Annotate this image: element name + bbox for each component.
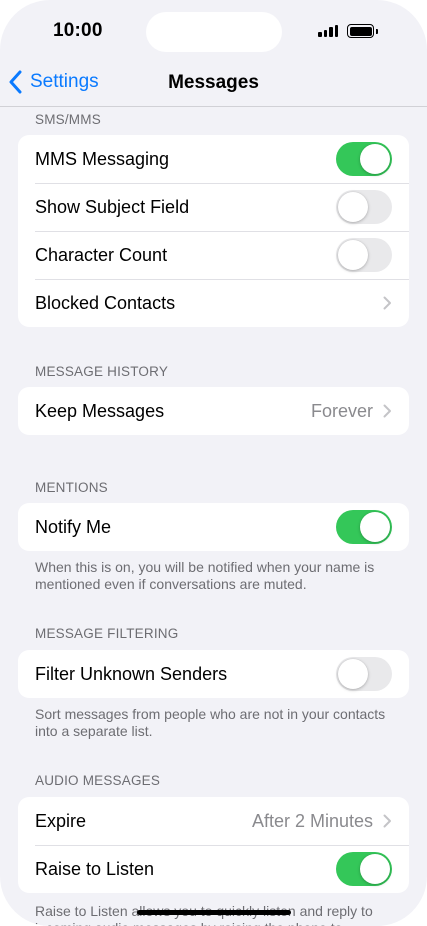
section-header-mentions: MENTIONS [35, 480, 108, 495]
keep-messages-value: Forever [310, 400, 373, 421]
notify-me-row: Notify Me [18, 503, 409, 551]
row-label: Character Count [35, 244, 168, 265]
section-header-sms-mms: SMS/MMS [35, 112, 101, 127]
dynamic-island [146, 12, 282, 52]
row-label: Blocked Contacts [35, 292, 176, 313]
row-label: Show Subject Field [35, 196, 190, 217]
blocked-contacts-row[interactable]: Blocked Contacts [18, 279, 409, 327]
sms-mms-group: MMS Messaging Show Subject Field Charact… [18, 135, 409, 327]
home-indicator[interactable] [137, 910, 291, 915]
mms-messaging-row: MMS Messaging [18, 135, 409, 183]
row-label: Notify Me [35, 516, 112, 537]
chevron-right-icon [383, 814, 391, 828]
section-header-message-filtering: MESSAGE FILTERING [35, 626, 179, 641]
battery-icon [347, 24, 374, 38]
row-label: Keep Messages [35, 400, 165, 421]
mentions-footer: When this is on, you will be notified wh… [35, 559, 375, 592]
message-filtering-footer: Sort messages from people who are not in… [35, 706, 386, 739]
phone-screen: 10:00 Settings Messages SMS/MMS MMS Mess… [0, 0, 427, 926]
chevron-right-icon [383, 404, 391, 418]
page-title: Messages [168, 72, 259, 93]
chevron-right-icon [383, 296, 391, 310]
filter-unknown-senders-toggle[interactable] [336, 657, 392, 691]
expire-row[interactable]: Expire After 2 Minutes [18, 797, 409, 845]
mms-messaging-toggle[interactable] [336, 142, 392, 176]
character-count-toggle[interactable] [336, 238, 392, 272]
notify-me-toggle[interactable] [336, 510, 392, 544]
message-history-group: Keep Messages Forever [18, 387, 409, 435]
raise-to-listen-toggle[interactable] [336, 852, 392, 886]
status-time: 10:00 [53, 20, 103, 41]
navigation-bar: Settings Messages [0, 62, 427, 107]
expire-value: After 2 Minutes [251, 810, 373, 831]
status-bar: 10:00 [0, 0, 427, 62]
raise-to-listen-row: Raise to Listen [18, 845, 409, 893]
keep-messages-row[interactable]: Keep Messages Forever [18, 387, 409, 435]
audio-messages-group: Expire After 2 Minutes Raise to Listen [18, 797, 409, 893]
section-header-message-history: MESSAGE HISTORY [35, 364, 169, 379]
character-count-row: Character Count [18, 231, 409, 279]
row-label: MMS Messaging [35, 148, 170, 169]
show-subject-field-row: Show Subject Field [18, 183, 409, 231]
mentions-group: Notify Me [18, 503, 409, 551]
signal-icon [318, 24, 339, 37]
battery-cap [376, 29, 378, 34]
section-header-audio-messages: AUDIO MESSAGES [35, 773, 161, 788]
row-label: Expire [35, 810, 87, 831]
row-label: Raise to Listen [35, 858, 155, 879]
message-filtering-group: Filter Unknown Senders [18, 650, 409, 698]
show-subject-field-toggle[interactable] [336, 190, 392, 224]
row-label: Filter Unknown Senders [35, 663, 228, 684]
filter-unknown-senders-row: Filter Unknown Senders [18, 650, 409, 698]
